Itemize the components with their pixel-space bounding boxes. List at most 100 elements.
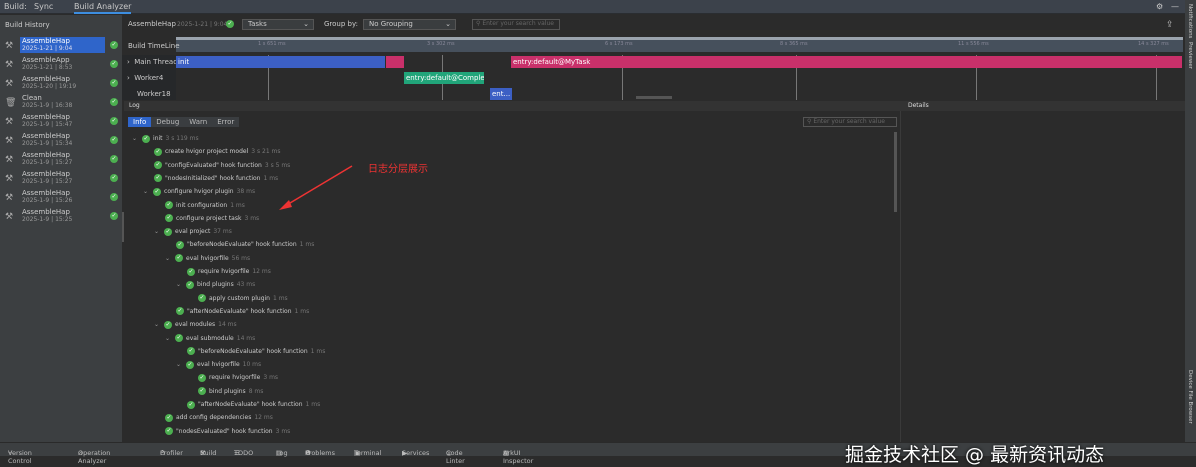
level-tab-error[interactable]: Error — [212, 117, 239, 127]
log-row[interactable]: ✓ "beforeNodeEvaluate" hook function 1 ms — [176, 240, 314, 252]
chevron-down-icon[interactable]: ⌄ — [176, 281, 181, 288]
hammer-icon: ⚒ — [5, 193, 14, 203]
log-row[interactable]: ✓ bind plugins 8 ms — [198, 387, 263, 399]
log-duration: 38 ms — [236, 188, 256, 196]
log-row[interactable]: ⌄ ✓ init 3 s 119 ms — [132, 134, 199, 146]
log-row[interactable]: ✓ "nodesEvaluated" hook function 3 ms — [165, 427, 290, 439]
log-duration: 1 ms — [294, 307, 310, 315]
log-row[interactable]: ✓ "nodesInitialized" hook function 1 ms — [154, 174, 278, 186]
level-tab-info[interactable]: Info — [128, 117, 152, 127]
stripe-notifications[interactable]: Notifications — [1187, 4, 1193, 38]
trash-icon: 🗑 — [5, 98, 17, 108]
history-item[interactable]: ⚒ AssembleHap 2025-1-9 | 15:47 ✓ — [0, 113, 122, 132]
log-duration: 3 ms — [275, 427, 291, 435]
history-item[interactable]: ⚒ AssembleHap 2025-1-9 | 15:27 ✓ — [0, 170, 122, 189]
annotation-label: 日志分层展示 — [368, 164, 428, 175]
task-bar-mytask[interactable]: entry:default@MyTask — [511, 56, 1182, 68]
chevron-down-icon[interactable]: ⌄ — [176, 361, 181, 368]
task-bar-init[interactable]: init — [176, 56, 385, 68]
tick-label: 6 s 173 ms — [605, 41, 633, 47]
history-date: 2025-1-9 | 15:27 — [22, 178, 73, 185]
log-duration: 1 ms — [310, 347, 326, 355]
success-icon: ✓ — [175, 254, 184, 263]
log-text: require hvigorfile — [198, 268, 250, 275]
success-icon: ✓ — [165, 427, 173, 436]
thread-worker4[interactable]: › Worker4 — [127, 74, 163, 82]
log-row[interactable]: ✓ "beforeNodeEvaluate" hook function 1 ms — [187, 347, 325, 359]
minimize-icon[interactable]: — — [1171, 2, 1179, 11]
history-name: AssembleApp — [22, 56, 70, 64]
log-row[interactable]: ✓ init configuration 1 ms — [165, 201, 245, 213]
log-row[interactable]: ⌄ ✓ bind plugins 43 ms — [176, 280, 255, 292]
stripe-previewer[interactable]: Previewer — [1187, 42, 1193, 69]
level-tab-warn[interactable]: Warn — [184, 117, 212, 127]
tick-label: 14 s 327 ms — [1138, 41, 1169, 47]
task-bar-small[interactable] — [386, 56, 404, 68]
task-bar-ent[interactable]: ent... — [490, 88, 512, 100]
log-duration: 37 ms — [213, 228, 232, 236]
success-icon: ✓ — [110, 79, 118, 87]
chevron-down-icon[interactable]: ⌄ — [154, 228, 159, 235]
log-row[interactable]: ✓ require hvigorfile 12 ms — [187, 267, 271, 279]
history-item-label: AssembleHap 2025-1-21 | 9:04 — [20, 37, 105, 53]
log-row[interactable]: ✓ "configEvaluated" hook function 3 s 5 ms — [154, 161, 290, 173]
log-row[interactable]: ✓ require hvigorfile 3 ms — [198, 373, 278, 385]
log-text: "configEvaluated" hook function — [165, 161, 262, 169]
history-item[interactable]: ⚒ AssembleHap 2025-1-9 | 15:34 ✓ — [0, 132, 122, 151]
log-duration: 3 ms — [263, 374, 279, 382]
tick-label: 3 s 302 ms — [427, 41, 455, 47]
chevron-down-icon[interactable]: ⌄ — [154, 321, 159, 328]
log-scrollbar[interactable] — [894, 132, 897, 212]
log-row[interactable]: ✓ configure project task 3 ms — [165, 214, 259, 226]
view-select[interactable]: Tasks ⌄ — [242, 19, 314, 30]
success-icon: ✓ — [198, 294, 206, 303]
history-name: AssembleHap — [22, 208, 70, 216]
tab-sync[interactable]: Sync — [34, 2, 53, 11]
chevron-down-icon[interactable]: ⌄ — [165, 255, 170, 262]
task-search-input[interactable]: ⚲ Enter your search value — [472, 19, 560, 30]
history-item[interactable]: ⚒ AssembleHap 2025-1-9 | 15:26 ✓ — [0, 189, 122, 208]
history-name: AssembleHap — [22, 132, 70, 140]
history-item[interactable]: 🗑 Clean 2025-1-9 | 16:38 ✓ — [0, 94, 122, 113]
timeline-hscroll[interactable] — [636, 96, 672, 99]
export-icon[interactable]: ⇪ — [1166, 20, 1174, 30]
chevron-down-icon: ⌄ — [303, 20, 309, 28]
chevron-down-icon[interactable]: ⌄ — [143, 188, 148, 195]
log-row[interactable]: ⌄ ✓ eval modules 14 ms — [154, 320, 237, 332]
stripe-device-file-browser[interactable]: Device File Browser — [1187, 370, 1193, 424]
log-duration: 1 ms — [272, 294, 288, 302]
history-item[interactable]: ⚒ AssembleApp 2025-1-21 | 8:53 ✓ — [0, 56, 122, 75]
group-by-select[interactable]: No Grouping ⌄ — [363, 19, 456, 30]
thread-main[interactable]: › Main Thread — [127, 58, 178, 66]
tab-build-analyzer[interactable]: Build Analyzer — [74, 2, 132, 14]
search-placeholder: Enter your search value — [813, 118, 885, 125]
log-row[interactable]: ⌄ ✓ eval hvigorfile 56 ms — [165, 254, 250, 266]
history-item[interactable]: ⚒ AssembleHap 2025-1-9 | 15:25 ✓ — [0, 208, 122, 227]
task-bar-compile[interactable]: entry:default@Comple... — [404, 72, 484, 84]
log-row[interactable]: ⌄ ✓ configure hvigor plugin 38 ms — [143, 187, 255, 199]
log-row[interactable]: ✓ add config dependencies 12 ms — [165, 413, 273, 425]
chevron-down-icon[interactable]: ⌄ — [132, 135, 137, 142]
history-item-label: AssembleHap 2025-1-9 | 15:47 — [20, 113, 105, 129]
history-item-label: AssembleHap 2025-1-9 | 15:34 — [20, 132, 105, 148]
log-row[interactable]: ✓ "afterNodeEvaluate" hook function 1 ms — [187, 400, 320, 412]
log-row[interactable]: ✓ create hvigor project model 3 s 21 ms — [154, 147, 281, 159]
level-tab-debug[interactable]: Debug — [151, 117, 184, 127]
log-row[interactable]: ✓ apply custom plugin 1 ms — [198, 294, 288, 306]
log-search-input[interactable]: ⚲ Enter your search value — [803, 117, 897, 127]
success-icon: ✓ — [186, 280, 195, 289]
log-row[interactable]: ⌄ ✓ eval project 37 ms — [154, 227, 232, 239]
log-row[interactable]: ✓ "afterNodeEvaluate" hook function 1 ms — [176, 307, 309, 319]
log-duration: 1 ms — [305, 401, 321, 408]
log-row[interactable]: ⌄ ✓ eval submodule 14 ms — [165, 334, 255, 346]
log-duration: 12 ms — [254, 414, 273, 422]
history-item[interactable]: ⚒ AssembleHap 2025-1-21 | 9:04 ✓ — [0, 37, 122, 56]
chevron-down-icon[interactable]: ⌄ — [165, 335, 170, 342]
history-item[interactable]: ⚒ AssembleHap 2025-1-9 | 15:27 ✓ — [0, 151, 122, 170]
log-row[interactable]: ⌄ ✓ eval hvigorfile 10 ms — [176, 360, 261, 372]
thread-worker18[interactable]: Worker18 — [137, 90, 171, 98]
history-item[interactable]: ⚒ AssembleHap 2025-1-20 | 19:19 ✓ — [0, 75, 122, 94]
annotation-arrow — [279, 165, 353, 210]
gear-icon[interactable]: ⚙ — [1156, 2, 1163, 11]
log-text: init configuration — [176, 201, 228, 209]
